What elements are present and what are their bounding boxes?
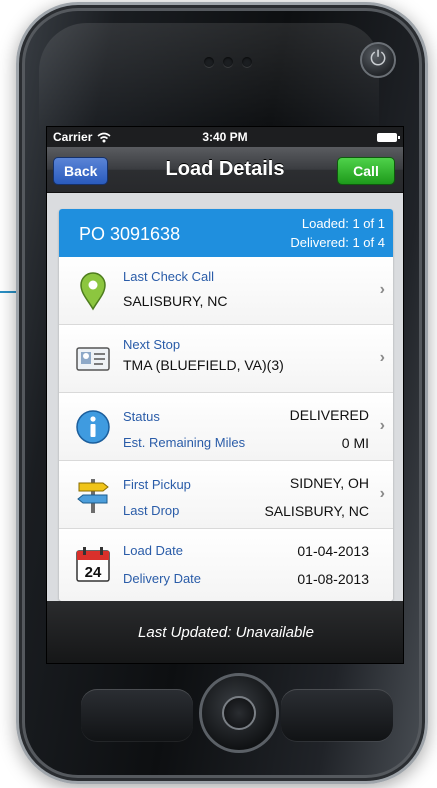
first-pickup-label: First Pickup (123, 477, 191, 492)
loaded-count: Loaded: 1 of 1 (301, 216, 385, 231)
last-drop-value: SALISBURY, NC (264, 503, 369, 519)
last-drop-label: Last Drop (123, 503, 180, 518)
home-button-inner (222, 696, 256, 730)
chevron-right-icon: › (379, 485, 385, 502)
delivery-date-value: 01-08-2013 (297, 571, 369, 587)
delivery-date-label: Delivery Date (123, 571, 202, 586)
map-pin-icon (80, 272, 106, 311)
po-counts: Loaded: 1 of 1 Delivered: 1 of 4 (290, 214, 385, 252)
last-check-call-value: SALISBURY, NC (123, 293, 228, 309)
wifi-icon (97, 132, 111, 142)
calendar-day: 24 (85, 564, 102, 581)
next-stop-value: TMA (BLUEFIELD, VA)(3) (123, 357, 284, 373)
call-button[interactable]: Call (337, 157, 395, 185)
row-dates: 24 Load Date 01-04-2013 Delivery Date 01… (59, 529, 393, 601)
page-title: Load Details (165, 158, 285, 180)
last-check-call-label: Last Check Call (123, 269, 215, 284)
last-updated-bar: Last Updated: Unavailable (47, 601, 403, 663)
id-card-icon (76, 347, 110, 371)
carrier-label: Carrier (53, 130, 93, 144)
nav-bar: Back Load Details Call (47, 147, 403, 193)
calendar-icon: 24 (76, 547, 110, 582)
chevron-right-icon: › (379, 417, 385, 434)
po-header: PO 3091638 Loaded: 1 of 1 Delivered: 1 o… (59, 209, 393, 257)
back-button[interactable]: Back (53, 157, 109, 185)
chevron-right-icon: › (379, 281, 385, 298)
po-number: PO 3091638 (79, 224, 181, 244)
left-hardware-button (81, 689, 193, 741)
home-button[interactable] (199, 673, 279, 753)
row-last-check-call[interactable]: Last Check Call SALISBURY, NC › (59, 257, 393, 325)
info-icon (76, 410, 110, 444)
row-status[interactable]: Status DELIVERED Est. Remaining Miles 0 … (59, 393, 393, 461)
phone-screen: Carrier 3:40 PM Back Load Details Call P… (46, 126, 404, 664)
power-icon[interactable]: ⏻ (360, 42, 396, 78)
carrier-group: Carrier (53, 130, 111, 144)
signpost-icon (77, 479, 109, 513)
battery-icon (377, 132, 400, 142)
speaker-dots (204, 57, 252, 67)
status-value: DELIVERED (289, 407, 369, 423)
remaining-miles-label: Est. Remaining Miles (123, 435, 246, 450)
phone-gloss (39, 23, 379, 133)
status-label: Status (123, 409, 160, 424)
load-date-label: Load Date (123, 543, 183, 558)
remaining-miles-value: 0 MI (341, 435, 369, 451)
first-pickup-value: SIDNEY, OH (289, 475, 369, 491)
status-bar: Carrier 3:40 PM (47, 127, 403, 147)
chevron-right-icon: › (379, 349, 385, 366)
row-pickup-drop[interactable]: First Pickup SIDNEY, OH Last Drop SALISB… (59, 461, 393, 529)
right-hardware-button (281, 689, 393, 741)
load-date-value: 01-04-2013 (297, 543, 369, 559)
next-stop-label: Next Stop (123, 337, 181, 352)
delivered-count: Delivered: 1 of 4 (290, 235, 385, 250)
load-details-card: PO 3091638 Loaded: 1 of 1 Delivered: 1 o… (59, 209, 393, 601)
row-next-stop[interactable]: Next Stop TMA (BLUEFIELD, VA)(3) › (59, 325, 393, 393)
